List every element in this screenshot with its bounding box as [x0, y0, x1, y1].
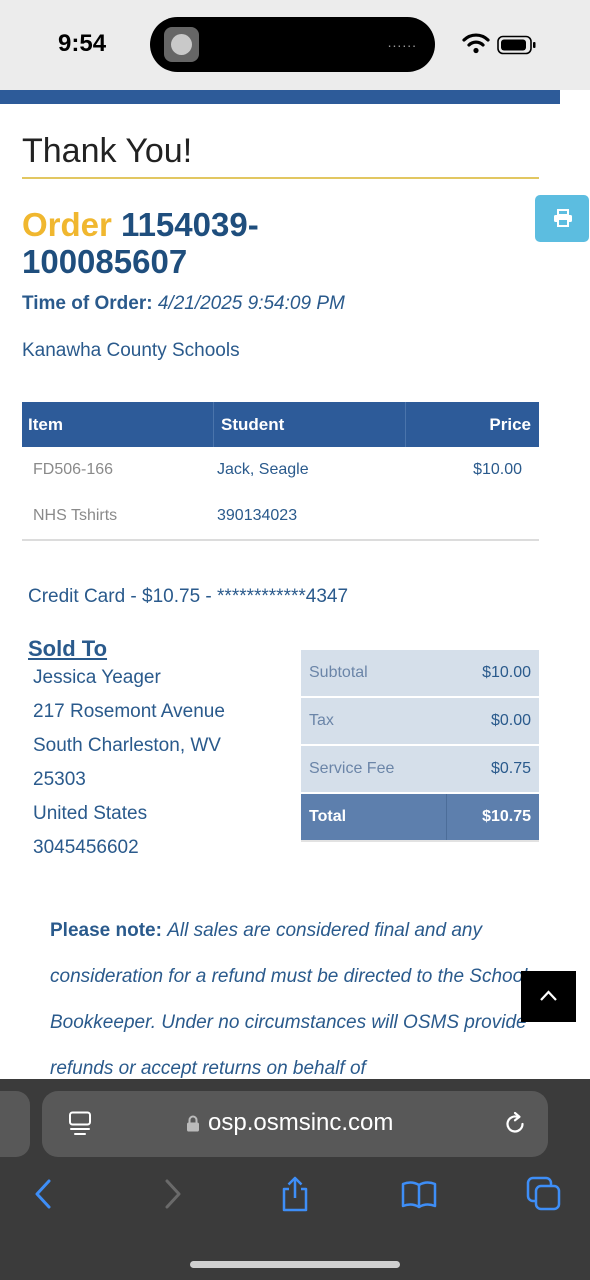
address-country: United States	[33, 803, 148, 824]
item-description: NHS Tshirts	[33, 507, 118, 524]
item-code: FD506-166	[33, 461, 114, 478]
order-time-label: Time of Order:	[22, 293, 153, 314]
dynamic-island: ......	[150, 17, 435, 72]
title-divider	[22, 177, 539, 179]
subtotal-label: Subtotal	[309, 664, 368, 681]
now-playing-thumbnail	[164, 27, 199, 62]
student-name: Jack, Seagle	[217, 461, 309, 478]
bookmarks-icon[interactable]	[401, 1176, 437, 1212]
subtotal-row: Subtotal $10.00	[301, 650, 539, 696]
order-items-table: Item Student Price FD506-166 Jack, Seagl…	[22, 402, 539, 541]
table-header: Item Student Price	[22, 402, 539, 447]
status-bar: 9:54 ......	[0, 0, 590, 90]
customer-phone: 3045456602	[33, 837, 139, 858]
share-icon[interactable]	[277, 1176, 313, 1212]
table-divider	[22, 539, 539, 541]
service-fee-row: Service Fee $0.75	[301, 746, 539, 792]
customer-name: Jessica Yeager	[33, 667, 161, 688]
service-fee-label: Service Fee	[309, 760, 395, 777]
wifi-icon	[462, 33, 490, 54]
total-label: Total	[301, 794, 447, 840]
order-number-part-2: 100085607	[22, 243, 188, 280]
tax-row: Tax $0.00	[301, 698, 539, 744]
address-zip: 25303	[33, 769, 86, 790]
url-text[interactable]: osp.osmsinc.com	[208, 1109, 393, 1137]
refund-policy-note: Please note: All sales are considered fi…	[50, 908, 530, 1092]
page-title: Thank You!	[22, 132, 193, 170]
chevron-up-icon	[540, 990, 557, 1001]
total-value: $10.75	[482, 808, 531, 825]
site-header-bar	[0, 90, 560, 104]
home-indicator[interactable]	[190, 1261, 400, 1268]
table-row: NHS Tshirts 390134023	[22, 493, 539, 539]
scroll-to-top-button[interactable]	[521, 971, 576, 1022]
reload-icon[interactable]	[502, 1111, 528, 1137]
order-totals: Subtotal $10.00 Tax $0.00 Service Fee $0…	[301, 650, 539, 842]
order-heading: Order 1154039- 100085607	[22, 206, 322, 280]
status-time: 9:54	[58, 30, 107, 57]
tax-value: $0.00	[490, 712, 531, 729]
battery-icon	[497, 35, 536, 55]
back-icon[interactable]	[26, 1176, 62, 1212]
address-city-state: South Charleston, WV	[33, 735, 221, 756]
address-bar[interactable]: osp.osmsinc.com	[42, 1091, 548, 1157]
student-id: 390134023	[217, 507, 298, 524]
column-header-price: Price	[489, 415, 531, 434]
tax-label: Tax	[309, 712, 334, 729]
order-time-value: 4/21/2025 9:54:09 PM	[157, 293, 345, 314]
island-indicator-dots: ......	[387, 34, 417, 50]
forward-icon[interactable]	[154, 1176, 190, 1212]
lock-icon	[187, 1115, 199, 1132]
note-body: All sales are considered final and any c…	[50, 920, 528, 1079]
sold-to-heading: Sold To	[28, 636, 108, 661]
previous-tab-preview[interactable]	[0, 1091, 30, 1157]
tabs-icon[interactable]	[68, 1111, 92, 1137]
total-row: Total $10.75	[301, 794, 539, 840]
service-fee-value: $0.75	[490, 760, 531, 777]
order-time: Time of Order: 4/21/2025 9:54:09 PM	[22, 293, 345, 315]
print-button[interactable]	[535, 195, 589, 242]
totals-divider	[301, 840, 539, 842]
print-icon	[554, 209, 572, 227]
school-name: Kanawha County Schools	[22, 340, 240, 361]
item-price: $10.00	[473, 461, 522, 478]
payment-method: Credit Card - $10.75 - ************4347	[28, 586, 349, 607]
order-number-part-1: 1154039-	[121, 206, 259, 243]
order-label: Order	[22, 206, 112, 243]
address-street: 217 Rosemont Avenue	[33, 701, 225, 722]
tab-overview-icon[interactable]	[526, 1176, 562, 1212]
column-header-student: Student	[214, 402, 406, 447]
note-label: Please note:	[50, 920, 162, 941]
subtotal-value: $10.00	[482, 664, 531, 681]
column-header-item: Item	[22, 402, 214, 447]
table-row: FD506-166 Jack, Seagle $10.00	[22, 447, 539, 493]
